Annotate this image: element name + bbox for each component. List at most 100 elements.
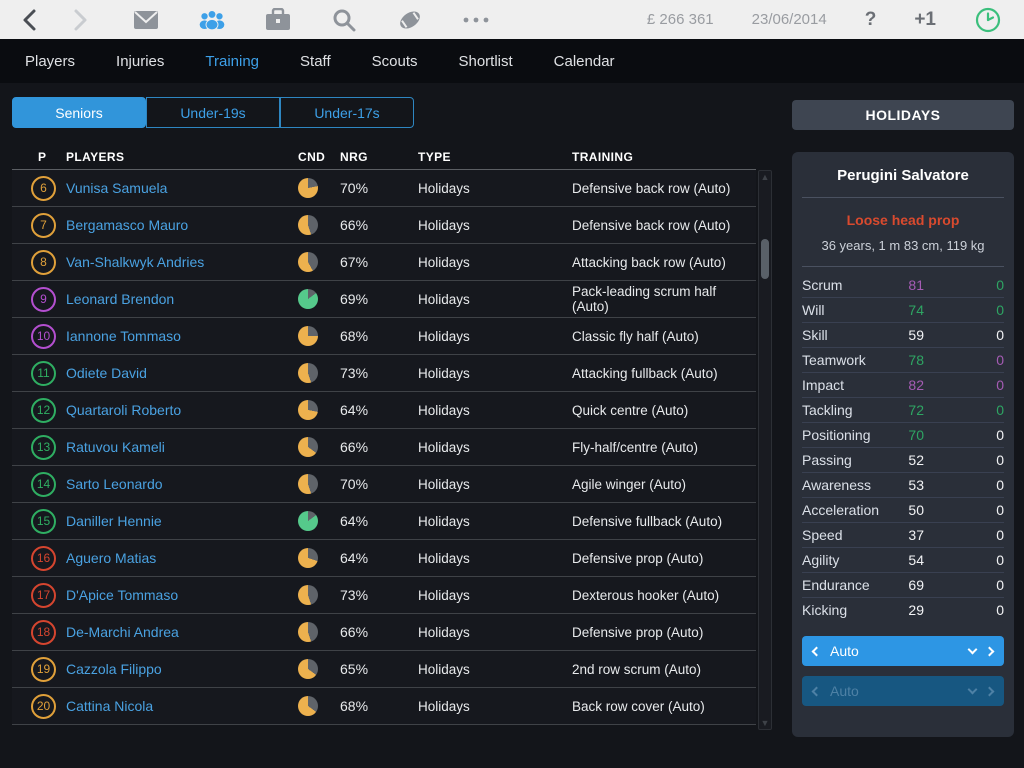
player-name-link[interactable]: Vunisa Samuela <box>66 180 298 196</box>
scroll-up-icon[interactable]: ▲ <box>761 171 770 183</box>
forward-icon[interactable] <box>66 6 94 34</box>
scroll-down-icon[interactable]: ▼ <box>761 717 770 729</box>
player-name-link[interactable]: De-Marchi Andrea <box>66 624 298 640</box>
player-name-link[interactable]: D'Apice Tommaso <box>66 587 298 603</box>
table-row[interactable]: 6 Vunisa Samuela 70% Holidays Defensive … <box>12 170 756 207</box>
player-name-link[interactable]: Sarto Leonardo <box>66 476 298 492</box>
stat-value: 29 <box>884 602 924 618</box>
stat-delta: 0 <box>924 427 1004 443</box>
player-name-link[interactable]: Daniller Hennie <box>66 513 298 529</box>
stat-row: Positioning 70 0 <box>802 422 1004 447</box>
tab-seniors[interactable]: Seniors <box>12 97 146 128</box>
stat-row: Tackling 72 0 <box>802 397 1004 422</box>
nav-item-staff[interactable]: Staff <box>300 53 331 70</box>
table-row[interactable]: 13 Ratuvou Kameli 66% Holidays Fly-half/… <box>12 429 756 466</box>
table-row[interactable]: 9 Leonard Brendon 69% Holidays Pack-lead… <box>12 281 756 318</box>
nav-item-training[interactable]: Training <box>205 53 259 70</box>
tab-under-19s[interactable]: Under-19s <box>146 97 280 128</box>
table-row[interactable]: 7 Bergamasco Mauro 66% Holidays Defensiv… <box>12 207 756 244</box>
stat-row: Kicking 29 0 <box>802 597 1004 622</box>
player-name-link[interactable]: Van-Shalkwyk Andries <box>66 254 298 270</box>
stat-label: Endurance <box>802 577 884 593</box>
holidays-button[interactable]: HOLIDAYS <box>792 100 1014 130</box>
squad-icon[interactable] <box>198 6 226 34</box>
player-name-link[interactable]: Cazzola Filippo <box>66 661 298 677</box>
top-toolbar: £ 266 361 23/06/2014 ? +1 <box>0 0 1024 40</box>
table-row[interactable]: 14 Sarto Leonardo 70% Holidays Agile win… <box>12 466 756 503</box>
col-header-p: P <box>26 150 66 164</box>
training-focus: Back row cover (Auto) <box>554 699 756 714</box>
add-day-button[interactable]: +1 <box>914 9 936 31</box>
briefcase-icon[interactable] <box>264 6 292 34</box>
nav-item-scouts[interactable]: Scouts <box>372 53 418 70</box>
divider <box>802 197 1004 198</box>
player-name-link[interactable]: Cattina Nicola <box>66 698 298 714</box>
search-icon[interactable] <box>330 6 358 34</box>
rugby-ball-icon[interactable] <box>396 6 424 34</box>
nav-item-players[interactable]: Players <box>25 53 75 70</box>
training-type: Holidays <box>402 292 554 307</box>
stat-delta: 0 <box>924 477 1004 493</box>
table-row[interactable]: 18 De-Marchi Andrea 66% Holidays Defensi… <box>12 614 756 651</box>
back-icon[interactable] <box>16 6 44 34</box>
table-row[interactable]: 16 Aguero Matias 64% Holidays Defensive … <box>12 540 756 577</box>
nav-item-shortlist[interactable]: Shortlist <box>458 53 512 70</box>
condition-pie-icon <box>298 622 318 642</box>
condition-pie-icon <box>298 474 318 494</box>
training-type: Holidays <box>402 403 554 418</box>
player-name-link[interactable]: Odiete David <box>66 365 298 381</box>
table-header: P PLAYERS CND NRG TYPE TRAINING <box>12 144 756 170</box>
jersey-number-badge: 14 <box>31 472 56 497</box>
player-name-link[interactable]: Quartaroli Roberto <box>66 402 298 418</box>
table-row[interactable]: 17 D'Apice Tommaso 73% Holidays Dexterou… <box>12 577 756 614</box>
table-scrollbar[interactable]: ▲ ▼ <box>758 170 772 730</box>
table-row[interactable]: 8 Van-Shalkwyk Andries 67% Holidays Atta… <box>12 244 756 281</box>
table-row[interactable]: 12 Quartaroli Roberto 64% Holidays Quick… <box>12 392 756 429</box>
condition-pie-icon <box>298 363 318 383</box>
jersey-number-badge: 12 <box>31 398 56 423</box>
table-row[interactable]: 20 Cattina Nicola 68% Holidays Back row … <box>12 688 756 725</box>
more-icon[interactable] <box>462 6 490 34</box>
table-row[interactable]: 11 Odiete David 73% Holidays Attacking f… <box>12 355 756 392</box>
jersey-number-badge: 9 <box>31 287 56 312</box>
training-focus: Defensive prop (Auto) <box>554 551 756 566</box>
help-button[interactable]: ? <box>865 9 877 31</box>
table-row[interactable]: 10 Iannone Tommaso 68% Holidays Classic … <box>12 318 756 355</box>
scrollbar-thumb[interactable] <box>761 239 769 279</box>
player-name-link[interactable]: Ratuvou Kameli <box>66 439 298 455</box>
energy-value: 64% <box>340 513 402 529</box>
continue-clock-icon[interactable] <box>974 6 1002 34</box>
chevron-right-icon[interactable] <box>985 646 995 656</box>
stat-row: Impact 82 0 <box>802 372 1004 397</box>
nav-item-calendar[interactable]: Calendar <box>554 53 615 70</box>
energy-value: 68% <box>340 698 402 714</box>
tab-under-17s[interactable]: Under-17s <box>280 97 414 128</box>
chevron-left-icon[interactable] <box>812 646 822 656</box>
energy-value: 70% <box>340 180 402 196</box>
mail-icon[interactable] <box>132 6 160 34</box>
energy-value: 64% <box>340 402 402 418</box>
player-detail-card: Perugini Salvatore Loose head prop 36 ye… <box>792 152 1014 737</box>
stat-value: 82 <box>884 377 924 393</box>
chevron-down-icon[interactable] <box>968 645 978 655</box>
stat-value: 54 <box>884 552 924 568</box>
training-type: Holidays <box>402 588 554 603</box>
player-name-link[interactable]: Leonard Brendon <box>66 291 298 307</box>
player-name-link[interactable]: Iannone Tommaso <box>66 328 298 344</box>
table-row[interactable]: 15 Daniller Hennie 64% Holidays Defensiv… <box>12 503 756 540</box>
stat-label: Tackling <box>802 402 884 418</box>
energy-value: 73% <box>340 365 402 381</box>
col-header-players: PLAYERS <box>66 150 298 164</box>
stat-row: Acceleration 50 0 <box>802 497 1004 522</box>
condition-pie-icon <box>298 696 318 716</box>
player-name-link[interactable]: Aguero Matias <box>66 550 298 566</box>
player-name-link[interactable]: Bergamasco Mauro <box>66 217 298 233</box>
condition-pie-icon <box>298 178 318 198</box>
training-focus: Defensive back row (Auto) <box>554 218 756 233</box>
energy-value: 66% <box>340 439 402 455</box>
table-row[interactable]: 19 Cazzola Filippo 65% Holidays 2nd row … <box>12 651 756 688</box>
nav-item-injuries[interactable]: Injuries <box>116 53 164 70</box>
stat-delta: 0 <box>924 402 1004 418</box>
col-header-nrg: NRG <box>340 150 402 164</box>
training-dropdown-1[interactable]: Auto <box>802 636 1004 666</box>
